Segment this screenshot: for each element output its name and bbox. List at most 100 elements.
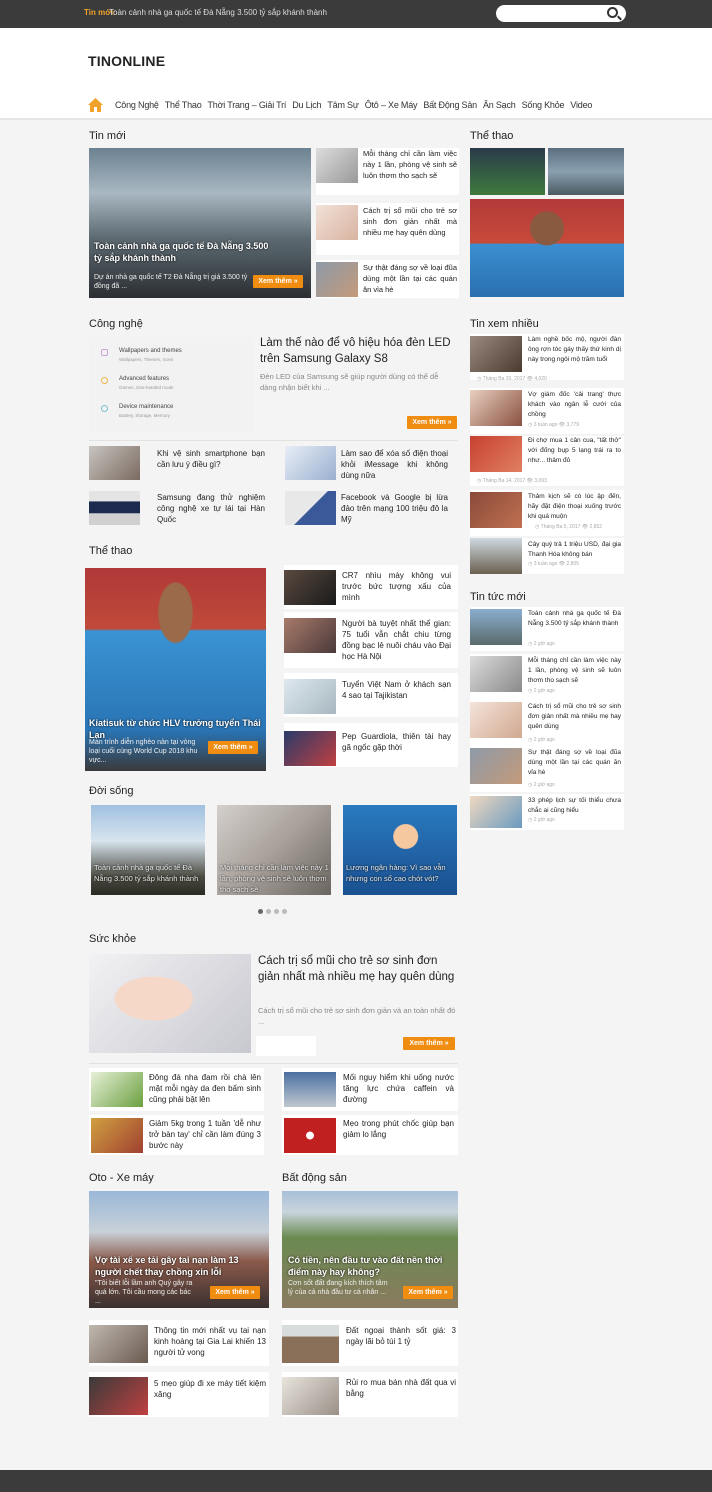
list-item-title[interactable]: Sự thật đáng sợ về loại đũa dùng một lần… <box>363 262 457 295</box>
thumbnail[interactable] <box>284 618 336 653</box>
nav-item[interactable]: Ăn Sạch <box>483 100 516 110</box>
list-item-title[interactable]: Sự thật đáng sợ về loại đũa dùng một lần… <box>528 748 621 778</box>
article-title[interactable]: Cách trị sổ mũi cho trẻ sơ sinh đơn giản… <box>258 953 456 985</box>
slide-title[interactable]: Lương ngân hàng: Vì sao vẫn nhưng con số… <box>346 862 456 884</box>
thumbnail[interactable] <box>470 656 522 692</box>
read-more-button[interactable]: Xem thêm » <box>403 1286 453 1299</box>
thumbnail[interactable] <box>470 702 522 738</box>
list-item-title[interactable]: Facebook và Google bị lừa đảo trên mạng … <box>341 492 448 525</box>
list-item-title[interactable]: Pep Guardiola, thiên tài hay gã ngốc gặp… <box>342 731 451 753</box>
list-item-title[interactable]: Khi vệ sinh smartphone bạn cần lưu ý điề… <box>157 448 265 470</box>
read-more-button[interactable]: Xem thêm » <box>208 741 258 754</box>
list-item-title[interactable]: Giảm 5kg trong 1 tuần 'dễ như trở bàn ta… <box>149 1118 261 1151</box>
list-item-title[interactable]: Đông đá nha đam rồi chà lên mặt mỗi ngày… <box>149 1072 261 1105</box>
list-item-title[interactable]: Người bà tuyệt nhất thế gian: 75 tuổi vẫ… <box>342 618 451 662</box>
list-item-title[interactable]: CR7 nhìu mày không vui trước bức tượng x… <box>342 570 451 603</box>
thumbnail[interactable] <box>284 1072 336 1107</box>
list-item-title[interactable]: 5 mẹo giúp đi xe máy tiết kiệm xăng <box>154 1378 266 1400</box>
list-item-title[interactable]: Tuyển Việt Nam ở khách sạn 4 sao tại Taj… <box>342 679 451 701</box>
slide-title[interactable]: Mỗi tháng chỉ cần làm việc này 1 lần, ph… <box>220 862 330 895</box>
carousel-dot[interactable] <box>274 909 279 914</box>
list-item-title[interactable]: Cách trị sổ mũi cho trẻ sơ sinh đơn giản… <box>528 702 621 732</box>
carousel-dot[interactable] <box>258 909 263 914</box>
search-icon[interactable] <box>607 7 618 18</box>
thumbnail[interactable] <box>282 1377 339 1415</box>
thumbnail[interactable] <box>470 148 545 195</box>
thumbnail[interactable] <box>470 748 522 784</box>
thumbnail[interactable] <box>316 205 358 240</box>
thumbnail[interactable] <box>285 446 336 480</box>
nav-item[interactable]: Công Nghệ <box>115 100 159 110</box>
setting-sub: Wallpapers, Themes, Icons <box>119 357 174 362</box>
thumbnail[interactable] <box>91 1072 143 1107</box>
nav-item[interactable]: Thời Trang – Giải Trí <box>208 100 287 110</box>
list-item-title[interactable]: Đi chợ mua 1 cân cua, "tất thở" với đống… <box>528 436 621 466</box>
thumbnail[interactable] <box>470 492 522 528</box>
list-item-title[interactable]: Samsung đang thử nghiệm công nghệ xe tự … <box>157 492 265 525</box>
item-time: ◷ 2 giờ ago <box>528 737 555 743</box>
thumbnail[interactable] <box>284 570 336 605</box>
list-item-title[interactable]: Thảm kịch sẽ có lúc ập đến, hãy đặt điện… <box>528 492 621 522</box>
list-item-title[interactable]: Rủi ro mua bán nhà đất qua vi bằng <box>346 1377 456 1399</box>
nav-item[interactable]: Thể Thao <box>165 100 202 110</box>
slide-title[interactable]: Toàn cảnh nhà ga quốc tế Đà Nẵng 3.500 t… <box>94 862 204 884</box>
home-icon[interactable] <box>88 98 103 112</box>
thumbnail[interactable] <box>285 491 336 525</box>
thumbnail[interactable] <box>91 1118 143 1153</box>
thumbnail[interactable] <box>470 538 522 574</box>
thumbnail[interactable] <box>282 1325 339 1363</box>
list-item-title[interactable]: Mỗi tháng chỉ cần làm việc này 1 lần, ph… <box>528 656 621 686</box>
featured-image[interactable] <box>89 954 251 1053</box>
thumbnail[interactable] <box>89 1377 148 1415</box>
section-title-suc-khoe: Sức khỏe <box>89 933 137 945</box>
nav-item[interactable]: Du Lịch <box>292 100 321 110</box>
featured-image[interactable] <box>470 199 624 297</box>
ticker-text[interactable]: Toàn cảnh nhà ga quốc tế Đà Nẵng 3.500 t… <box>109 8 327 17</box>
carousel-dot[interactable] <box>266 909 271 914</box>
article-title[interactable]: Làm thế nào để vô hiệu hóa đèn LED trên … <box>260 335 456 367</box>
list-item-title[interactable]: Toàn cảnh nhà ga quốc tế Đà Nẵng 3.500 t… <box>528 609 621 629</box>
thumbnail[interactable] <box>89 491 140 525</box>
settings-screenshot[interactable]: Wallpapers and themes Wallpapers, Themes… <box>89 337 253 432</box>
featured-title[interactable]: Toàn cảnh nhà ga quốc tế Đà Nẵng 3.500 t… <box>94 240 269 264</box>
thumbnail[interactable] <box>470 436 522 472</box>
read-more-button[interactable]: Xem thêm » <box>407 416 457 429</box>
list-item-title[interactable]: Thông tin mới nhất vụ tai nạn kinh hoàng… <box>154 1325 266 1358</box>
thumbnail[interactable] <box>470 336 522 372</box>
item-meta: ◷ 3 tuần ago 👁 3,779 <box>528 422 580 428</box>
read-more-button[interactable]: Xem thêm » <box>253 275 303 288</box>
site-logo[interactable]: TINONLINE <box>88 53 165 69</box>
carousel-dot[interactable] <box>282 909 287 914</box>
nav-item[interactable]: Tâm Sự <box>327 100 359 110</box>
thumbnail[interactable] <box>470 796 522 828</box>
featured-title[interactable]: Có tiền, nên đầu tư vào đất nền thời điể… <box>288 1254 453 1278</box>
thumbnail[interactable] <box>284 1118 336 1153</box>
thumbnail[interactable] <box>89 446 140 480</box>
thumbnail[interactable] <box>316 148 358 183</box>
nav-item[interactable]: Bất Động Sản <box>423 100 477 110</box>
thumbnail[interactable] <box>548 148 624 195</box>
list-item-title[interactable]: Cây quý trả 1 triệu USD, đại gia Thanh H… <box>528 540 621 560</box>
read-more-button[interactable]: Xem thêm » <box>403 1037 455 1050</box>
read-more-button[interactable]: Xem thêm » <box>210 1286 260 1299</box>
list-item-title[interactable]: Làm sao để xóa số điện thoại khỏi iMessa… <box>341 448 448 481</box>
list-item-title[interactable]: Mẹo trong phút chốc giúp bạn giảm lo lắn… <box>343 1118 454 1140</box>
list-item-title[interactable]: Cách trị sổ mũi cho trẻ sơ sinh đơn giản… <box>363 205 457 238</box>
list-item-title[interactable]: 33 phép lịch sự tối thiểu chưa chắc ai c… <box>528 796 621 816</box>
thumbnail[interactable] <box>470 609 522 645</box>
thumbnail[interactable] <box>284 679 336 714</box>
nav-item[interactable]: Ôtô – Xe Máy <box>365 100 418 110</box>
list-item-title[interactable]: Vợ giám đốc 'cải trang' thực khách vào n… <box>528 390 621 420</box>
thumbnail[interactable] <box>470 390 522 426</box>
carousel-dots[interactable] <box>258 909 287 914</box>
nav-item[interactable]: Video <box>570 100 592 110</box>
thumbnail[interactable] <box>89 1325 148 1363</box>
featured-title[interactable]: Vợ tài xế xe tải gây tai nạn làm 13 ngườ… <box>95 1254 260 1278</box>
thumbnail[interactable] <box>284 731 336 766</box>
list-item-title[interactable]: Mỗi tháng chỉ cần làm việc này 1 lần, ph… <box>363 148 457 181</box>
thumbnail[interactable] <box>316 262 358 297</box>
list-item-title[interactable]: Đất ngoại thành sốt giá: 3 ngày lãi bỏ t… <box>346 1325 456 1347</box>
list-item-title[interactable]: Làm nghề bốc mộ, người đàn ông rợn tóc g… <box>528 335 621 365</box>
list-item-title[interactable]: Mối nguy hiểm khi uống nước tăng lực chứ… <box>343 1072 454 1105</box>
nav-item[interactable]: Sống Khỏe <box>522 100 565 110</box>
